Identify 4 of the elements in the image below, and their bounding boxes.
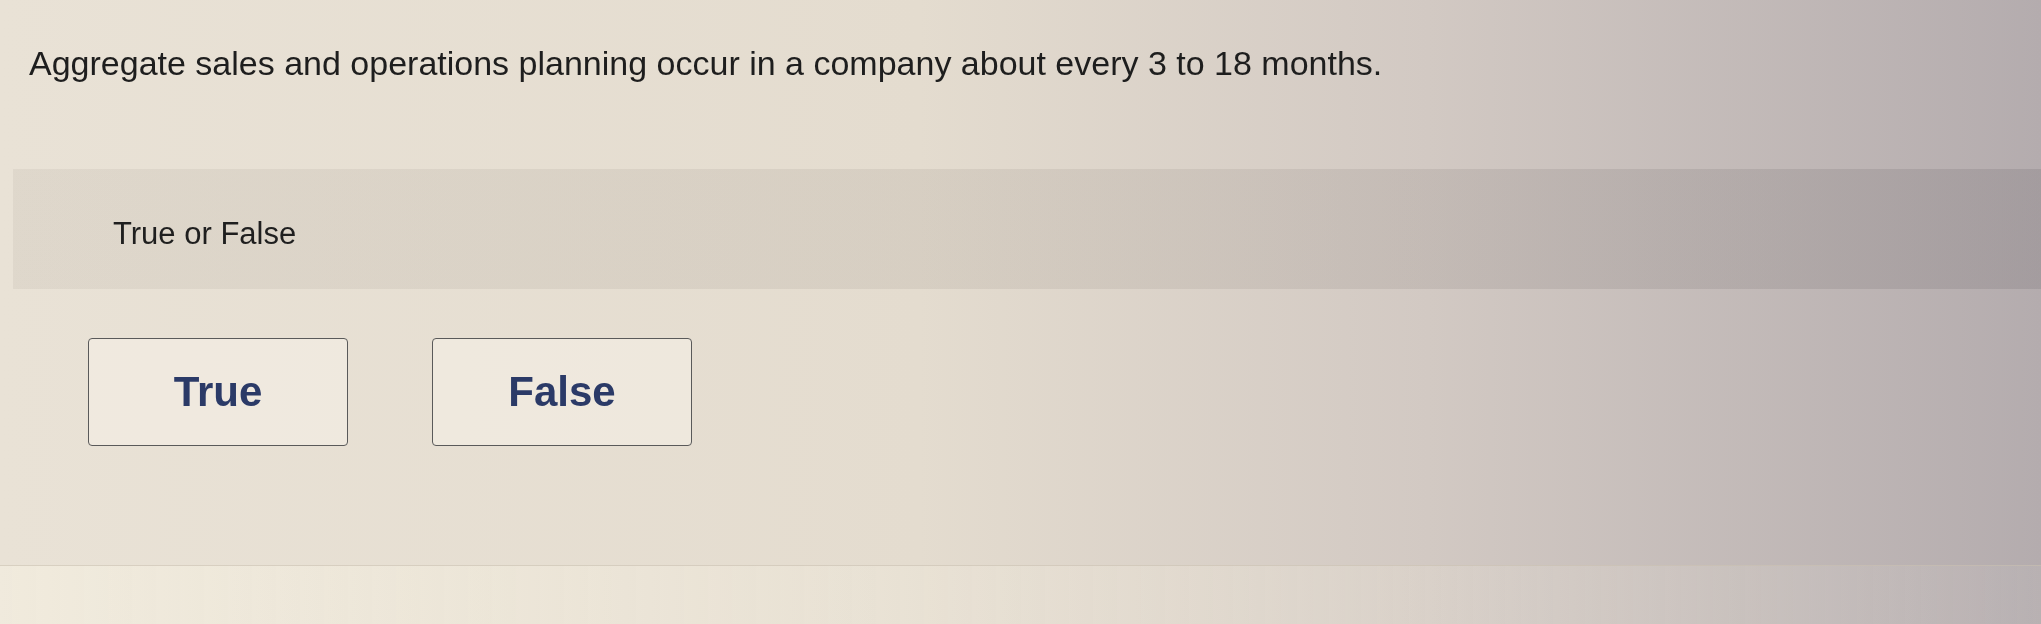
answer-option-button[interactable]: True: [88, 338, 348, 446]
instruction-text: True or False: [113, 216, 297, 252]
question-text: Aggregate sales and operations planning occur in a company about every 3 to 18 months.: [28, 43, 1383, 84]
answer-option-button[interactable]: False: [432, 338, 692, 446]
